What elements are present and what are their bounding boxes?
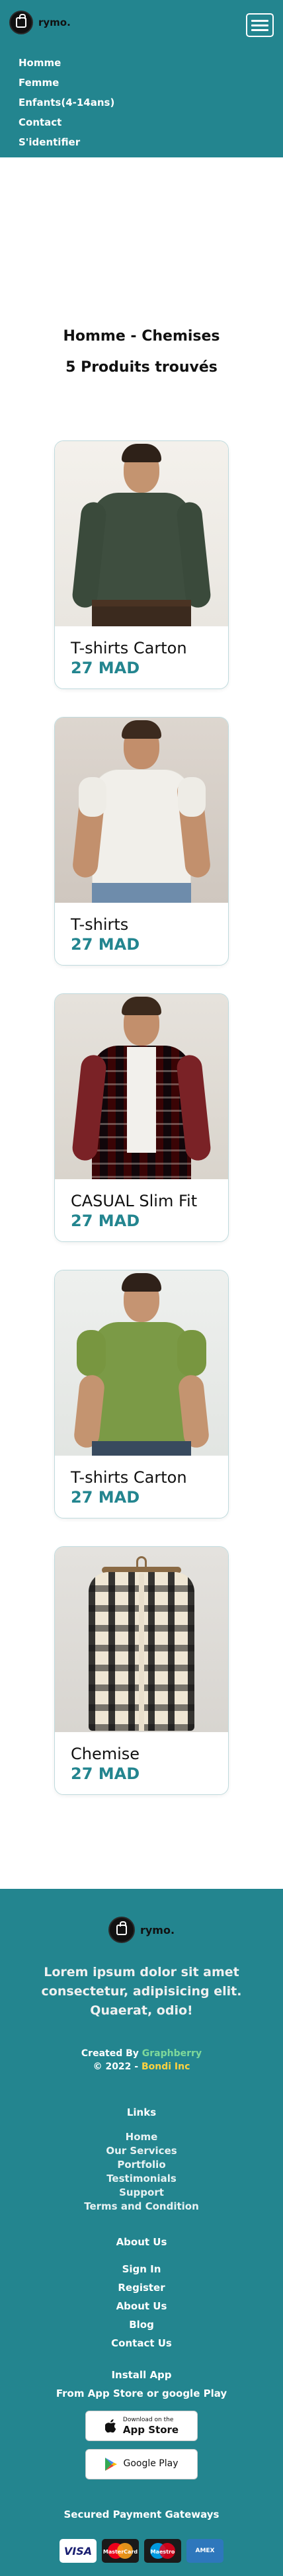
product-image[interactable] — [55, 1547, 228, 1732]
logo-text: rymo. — [38, 17, 71, 28]
product-info: T-shirts 27 MAD — [55, 903, 228, 965]
install-title: Install App — [111, 2369, 172, 2381]
footer-link-register[interactable]: Register — [0, 2278, 283, 2297]
product-price: 27 MAD — [71, 1765, 140, 1783]
product-name[interactable]: T-shirts Carton — [71, 1468, 212, 1487]
product-card[interactable]: T-shirts 27 MAD — [54, 717, 229, 966]
visa-label: VISA — [63, 2544, 93, 2557]
credit-link[interactable]: Graphberry — [142, 2048, 202, 2059]
product-card[interactable]: T-shirts Carton 27 MAD — [54, 440, 229, 689]
result-count: 5 Produits trouvés — [65, 359, 218, 376]
product-name[interactable]: T-shirts Carton — [71, 638, 212, 658]
site-header: rymo. Homme Femme Enfants(4-14ans) Conta… — [0, 0, 283, 157]
visa-icon: VISA — [60, 2539, 97, 2563]
main-content: Homme - Chemises 5 Produits trouvés T-sh… — [0, 328, 283, 1823]
site-footer: rymo. Lorem ipsum dolor sit amet consect… — [0, 1889, 283, 2576]
app-store-label: App Store — [122, 2424, 179, 2436]
footer-link-home[interactable]: Home — [0, 2130, 283, 2144]
product-info: T-shirts Carton 27 MAD — [55, 626, 228, 688]
footer-link-services[interactable]: Our Services — [0, 2144, 283, 2158]
nav-item-contact[interactable]: Contact — [19, 112, 114, 132]
credit-prefix: Created By — [81, 2048, 142, 2059]
footer-link-terms[interactable]: Terms and Condition — [0, 2200, 283, 2214]
footer-about-links: Sign In Register About Us Blog Contact U… — [0, 2260, 283, 2352]
hamburger-menu-button[interactable] — [246, 13, 274, 37]
nav-item-femme[interactable]: Femme — [19, 73, 114, 93]
shopping-bag-icon — [9, 11, 33, 34]
footer-link-contact[interactable]: Contact Us — [0, 2334, 283, 2352]
app-store-badge[interactable]: Download on the App Store — [85, 2411, 198, 2441]
product-price: 27 MAD — [71, 659, 140, 677]
product-name[interactable]: Chemise — [71, 1744, 212, 1764]
amex-icon: AMEX — [186, 2539, 223, 2563]
product-list: T-shirts Carton 27 MAD T-shirts 27 MAD C… — [0, 440, 283, 1823]
footer-credits: Created By Graphberry © 2022 - Bondi Inc — [0, 2047, 283, 2073]
product-card[interactable]: T-shirts Carton 27 MAD — [54, 1270, 229, 1518]
footer-link-testimonials[interactable]: Testimonials — [0, 2172, 283, 2186]
footer-link-about[interactable]: About Us — [0, 2297, 283, 2315]
mastercard-icon: MasterCard — [102, 2539, 139, 2563]
product-image[interactable] — [55, 1270, 228, 1456]
product-name[interactable]: T-shirts — [71, 915, 212, 935]
nav-item-enfants[interactable]: Enfants(4-14ans) — [19, 93, 114, 112]
nav-item-signin[interactable]: S'identifier — [19, 132, 114, 152]
amex-label: AMEX — [195, 2548, 215, 2554]
payment-methods: VISA MasterCard Maestro AMEX — [0, 2539, 283, 2563]
footer-link-blog[interactable]: Blog — [0, 2315, 283, 2334]
google-play-label: Google Play — [123, 2458, 179, 2469]
product-name[interactable]: CASUAL Slim Fit — [71, 1191, 212, 1211]
product-image[interactable] — [55, 718, 228, 903]
nav-item-homme[interactable]: Homme — [19, 53, 114, 73]
footer-logo[interactable]: rymo. — [0, 1917, 283, 1943]
secured-payments-heading: Secured Payment Gateways — [63, 2509, 220, 2520]
product-price: 27 MAD — [71, 935, 140, 954]
copyright-prefix: © 2022 - — [93, 2061, 142, 2072]
install-subtitle: From App Store or google Play — [56, 2388, 227, 2399]
maestro-label: Maestro — [150, 2548, 175, 2555]
product-info: T-shirts Carton 27 MAD — [55, 1456, 228, 1518]
footer-links-heading: Links — [126, 2106, 157, 2118]
product-card[interactable]: CASUAL Slim Fit 27 MAD — [54, 993, 229, 1242]
footer-link-support[interactable]: Support — [0, 2186, 283, 2200]
google-play-icon — [104, 2458, 118, 2471]
product-price: 27 MAD — [71, 1212, 140, 1230]
footer-about-heading: About Us — [116, 2236, 167, 2248]
product-info: Chemise 27 MAD — [55, 1732, 228, 1794]
google-play-badge[interactable]: Google Play — [85, 2449, 198, 2479]
footer-links: Home Our Services Portfolio Testimonials… — [0, 2130, 283, 2214]
footer-logo-text: rymo. — [140, 1923, 175, 1936]
footer-link-portfolio[interactable]: Portfolio — [0, 2158, 283, 2172]
app-store-small-text: Download on the — [122, 2417, 174, 2423]
site-logo[interactable]: rymo. — [9, 11, 71, 34]
product-card[interactable]: Chemise 27 MAD — [54, 1546, 229, 1795]
footer-tagline: Lorem ipsum dolor sit amet consectetur, … — [41, 1965, 242, 2018]
apple-icon — [104, 2419, 118, 2432]
product-image[interactable] — [55, 994, 228, 1179]
maestro-icon: Maestro — [144, 2539, 181, 2563]
main-nav: Homme Femme Enfants(4-14ans) Contact S'i… — [19, 53, 114, 152]
product-info: CASUAL Slim Fit 27 MAD — [55, 1179, 228, 1241]
footer-link-signin[interactable]: Sign In — [0, 2260, 283, 2278]
product-price: 27 MAD — [71, 1488, 140, 1507]
page-title: Homme - Chemises — [63, 328, 220, 345]
mastercard-label: MasterCard — [102, 2548, 138, 2555]
install-app-section: Install App From App Store or google Pla… — [0, 2366, 283, 2403]
product-image[interactable] — [55, 441, 228, 626]
copyright-company-link[interactable]: Bondi Inc — [142, 2061, 190, 2072]
shopping-bag-icon — [108, 1917, 135, 1943]
